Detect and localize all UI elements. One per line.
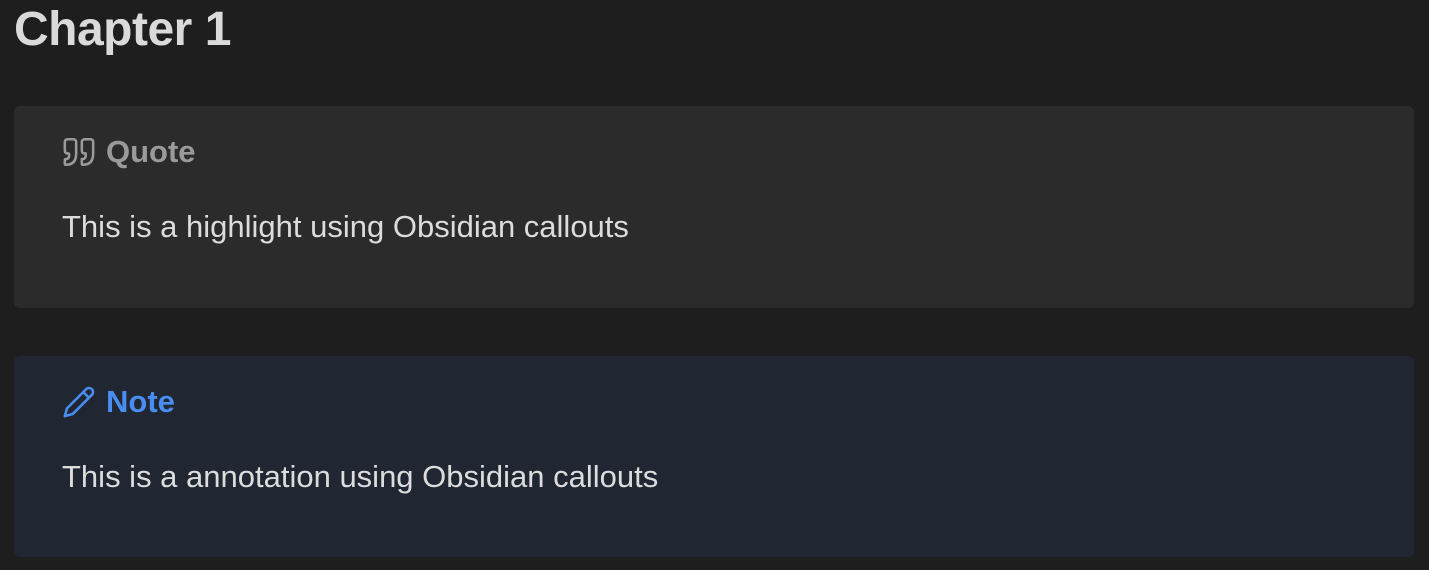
pencil-icon xyxy=(62,385,96,419)
note-callout[interactable]: Note This is a annotation using Obsidian… xyxy=(14,356,1414,557)
quote-callout-text: This is a highlight using Obsidian callo… xyxy=(62,209,629,244)
note-page: Chapter 1 Quote This is a highlight usin… xyxy=(0,0,1429,570)
note-callout-text: This is a annotation using Obsidian call… xyxy=(62,459,659,494)
note-callout-label: Note xyxy=(106,384,175,419)
quote-icon xyxy=(62,135,96,169)
quote-callout[interactable]: Quote This is a highlight using Obsidian… xyxy=(14,106,1414,308)
quote-callout-label: Quote xyxy=(106,134,196,169)
chapter-heading: Chapter 1 xyxy=(14,3,231,56)
note-callout-title[interactable]: Note xyxy=(62,384,175,420)
quote-callout-title[interactable]: Quote xyxy=(62,134,196,170)
